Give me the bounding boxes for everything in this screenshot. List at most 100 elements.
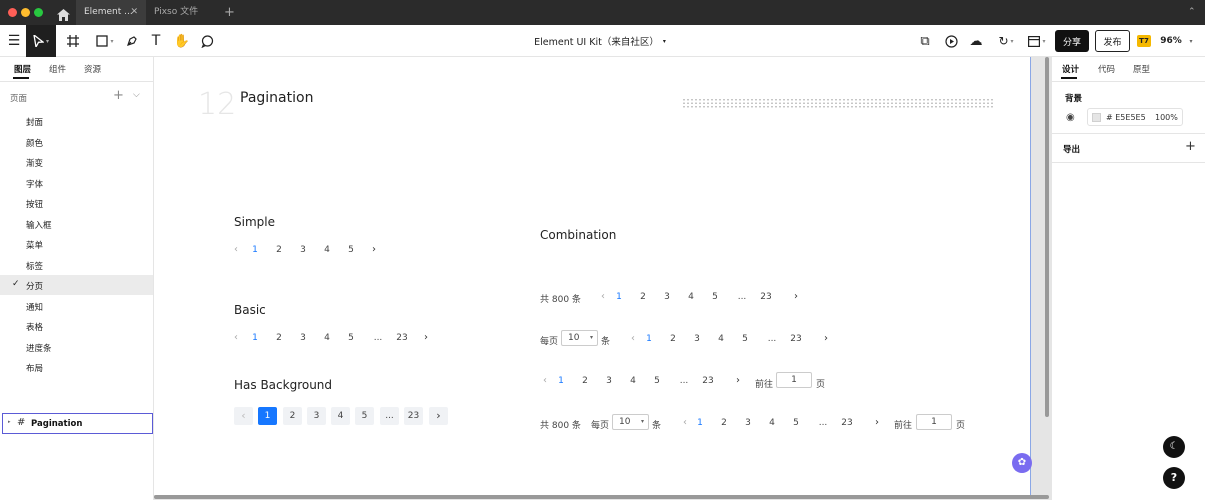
page-item[interactable]: 标签 (0, 255, 153, 275)
ellipsis-more[interactable]: ... (380, 407, 399, 425)
tab-pixso-file[interactable]: Pixso 文件 (154, 0, 224, 25)
layout-button[interactable]: ▾ (1025, 25, 1049, 57)
frame-tool-button[interactable] (62, 25, 84, 57)
page-number[interactable]: 2 (283, 407, 302, 425)
page-number[interactable]: 1 (258, 407, 277, 425)
next-arrow-icon[interactable]: › (419, 332, 433, 343)
page-item[interactable]: 封面 (0, 111, 153, 131)
hand-tool-icon[interactable]: ✋ (173, 25, 191, 57)
page-number[interactable]: 1 (554, 376, 568, 386)
new-tab-button[interactable]: + (224, 0, 235, 25)
page-number[interactable]: 4 (714, 334, 728, 344)
page-item[interactable]: 输入框 (0, 214, 153, 234)
page-number[interactable]: 23 (404, 407, 423, 425)
page-number[interactable]: 5 (355, 407, 374, 425)
play-button[interactable] (942, 25, 960, 57)
ellipsis-more[interactable]: ... (674, 376, 694, 386)
tab-design[interactable]: 设计 (1062, 63, 1079, 75)
next-arrow-icon[interactable]: › (367, 244, 381, 255)
page-item[interactable]: 进度条 (0, 337, 153, 357)
page-item[interactable]: 菜单 (0, 234, 153, 254)
next-arrow-icon[interactable]: › (789, 291, 803, 302)
dark-mode-icon[interactable]: ☾ (1163, 436, 1185, 458)
text-tool-icon[interactable]: T (148, 25, 164, 57)
page-number[interactable]: 2 (578, 376, 592, 386)
page-number[interactable]: 2 (717, 418, 731, 428)
close-window-button[interactable] (8, 8, 17, 17)
ellipsis-more[interactable]: ... (732, 292, 752, 302)
user-avatar[interactable]: T7 (1137, 35, 1151, 47)
prev-arrow-icon[interactable]: ‹ (678, 417, 692, 428)
page-number[interactable]: 3 (741, 418, 755, 428)
comment-tool-button[interactable] (198, 25, 216, 57)
page-number[interactable]: 4 (626, 376, 640, 386)
close-tab-icon[interactable]: ✕ (130, 0, 138, 25)
color-hex-value[interactable]: # E5E5E5 (1106, 113, 1146, 122)
page-number[interactable]: 5 (738, 334, 752, 344)
page-number[interactable]: 23 (392, 333, 412, 343)
ellipsis-more[interactable]: ... (368, 333, 388, 343)
tab-prototype[interactable]: 原型 (1133, 63, 1150, 75)
next-arrow-icon[interactable]: › (731, 375, 745, 386)
expand-caret-icon[interactable]: ▸ (8, 419, 11, 425)
horizontal-scrollbar[interactable] (154, 495, 1049, 499)
page-item[interactable]: 表格 (0, 316, 153, 336)
upload-cloud-icon[interactable]: ☁ (966, 25, 986, 57)
pagination-frame[interactable]: 12 Pagination Simple Basic Has Backgroun… (154, 57, 1030, 495)
page-number[interactable]: 1 (248, 333, 262, 343)
page-number[interactable]: 5 (708, 292, 722, 302)
maximize-window-button[interactable] (34, 8, 43, 17)
move-tool-button[interactable]: ▾ (26, 25, 56, 57)
add-export-icon[interactable]: + (1185, 139, 1196, 154)
next-arrow-icon[interactable]: › (819, 333, 833, 344)
page-number[interactable]: 5 (789, 418, 803, 428)
page-number[interactable]: 23 (837, 418, 857, 428)
page-number[interactable]: 3 (602, 376, 616, 386)
collapse-chevron-icon[interactable]: ⌵ (133, 90, 140, 100)
tab-assets[interactable]: 资源 (84, 63, 101, 75)
page-number[interactable]: 5 (344, 333, 358, 343)
opacity-value[interactable]: 100% (1155, 113, 1178, 122)
page-number[interactable]: 3 (690, 334, 704, 344)
page-item[interactable]: 字体 (0, 173, 153, 193)
plugin-icon[interactable]: ⧉ (916, 25, 934, 57)
page-number[interactable]: 4 (320, 245, 334, 255)
page-number[interactable]: 1 (693, 418, 707, 428)
page-number[interactable]: 4 (331, 407, 350, 425)
ellipsis-more[interactable]: ... (762, 334, 782, 344)
tab-layers[interactable]: 图层 (14, 63, 31, 75)
zoom-level[interactable]: 96% (1158, 25, 1184, 57)
ellipsis-more[interactable]: ... (813, 418, 833, 428)
eye-icon[interactable]: ◉ (1066, 112, 1075, 123)
prev-arrow-icon[interactable]: ‹ (229, 332, 243, 343)
page-number[interactable]: 3 (296, 245, 310, 255)
page-number[interactable]: 5 (344, 245, 358, 255)
page-number[interactable]: 3 (296, 333, 310, 343)
prev-arrow-icon[interactable]: ‹ (596, 291, 610, 302)
page-item[interactable]: 通知 (0, 296, 153, 316)
page-number[interactable]: 2 (272, 245, 286, 255)
prev-arrow-icon[interactable]: ‹ (626, 333, 640, 344)
shape-tool-button[interactable]: ▾ (93, 25, 117, 57)
page-number[interactable]: 23 (786, 334, 806, 344)
page-item[interactable]: 布局 (0, 357, 153, 377)
color-swatch[interactable] (1092, 113, 1101, 122)
per-page-select[interactable]: 10 ▾ (561, 330, 598, 346)
page-item[interactable]: 渐变 (0, 152, 153, 172)
page-item[interactable]: 按钮 (0, 193, 153, 213)
prev-arrow-icon[interactable]: ‹ (538, 375, 552, 386)
page-number[interactable]: 5 (650, 376, 664, 386)
page-item[interactable]: 颜色 (0, 132, 153, 152)
page-item[interactable]: ✓ 分页 (0, 275, 153, 295)
goto-input[interactable]: 1 (776, 372, 812, 388)
page-number[interactable]: 2 (666, 334, 680, 344)
help-icon[interactable]: ? (1163, 467, 1185, 489)
history-button[interactable]: ↻ ▾ (993, 25, 1019, 57)
tab-element[interactable]: Element ... ✕ (76, 0, 146, 25)
tab-code[interactable]: 代码 (1098, 63, 1115, 75)
prev-arrow-icon[interactable]: ‹ (234, 407, 253, 425)
home-icon[interactable] (57, 6, 70, 21)
page-number[interactable]: 2 (272, 333, 286, 343)
per-page-select-full[interactable]: 10 ▾ (612, 414, 649, 430)
page-number[interactable]: 1 (248, 245, 262, 255)
